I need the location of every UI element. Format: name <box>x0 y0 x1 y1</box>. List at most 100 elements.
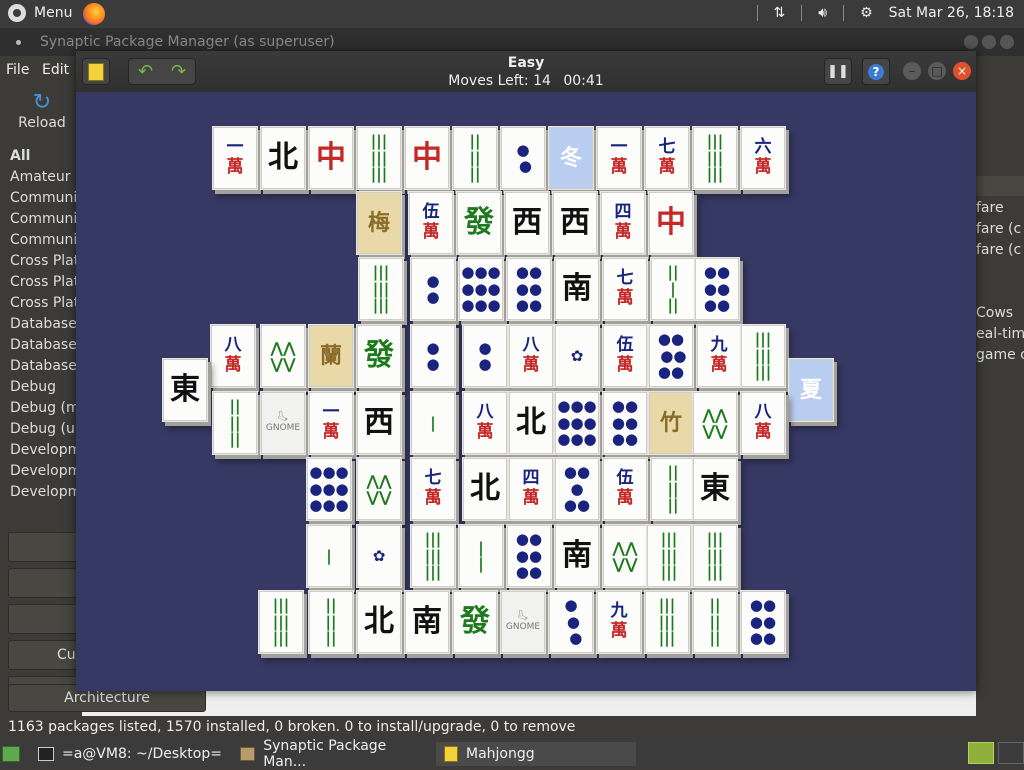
filter-button[interactable] <box>8 568 82 598</box>
mahjong-tile[interactable]: 四 萬 <box>600 191 646 255</box>
workspace-1[interactable] <box>968 742 994 764</box>
menu-button[interactable]: Menu <box>8 4 72 22</box>
mahjong-tile[interactable]: ||| ||| ||| <box>692 524 738 588</box>
mahjong-tile[interactable]: 南 <box>554 257 600 321</box>
mahjong-tile[interactable]: || || || <box>692 590 738 654</box>
category-item[interactable]: Amateur R <box>10 169 82 190</box>
mahjong-tile[interactable]: || || || <box>650 457 696 521</box>
category-item[interactable]: Debug (m <box>10 400 80 421</box>
mahjong-tile[interactable]: ✿ <box>554 324 600 388</box>
category-item[interactable]: Communic <box>10 232 82 253</box>
filter-button[interactable]: Cus <box>8 640 82 670</box>
mahjong-tile[interactable]: || | || <box>650 257 696 321</box>
mahjong-tile[interactable]: ●● ●● ●● <box>648 324 694 388</box>
mahjong-tile[interactable]: | <box>306 524 352 588</box>
mahjong-tile[interactable]: | <box>410 391 456 455</box>
mahjong-tile[interactable]: 🦶︎ GNOME <box>500 590 546 654</box>
mahjong-tile[interactable]: 一 萬 <box>596 126 642 190</box>
task-synaptic[interactable]: Synaptic Package Man... <box>232 738 432 770</box>
mahjong-tile[interactable]: 北 <box>260 126 306 190</box>
help-button[interactable]: ? <box>862 58 890 85</box>
filter-button[interactable] <box>8 604 82 634</box>
mahjong-tile[interactable]: 南 <box>404 590 450 654</box>
category-item[interactable]: Cross Plat <box>10 295 79 316</box>
mahjong-tile[interactable]: 四 萬 <box>508 457 554 521</box>
mahjong-tile[interactable]: 九 萬 <box>596 590 642 654</box>
category-item[interactable]: Cross Plat <box>10 253 79 274</box>
mahjong-tile[interactable]: ●●● ●●● ●●● <box>458 257 504 321</box>
mahjong-tile[interactable]: 冬 <box>548 126 594 190</box>
mahjong-tile[interactable]: 八 萬 <box>210 324 256 388</box>
mahjong-tile[interactable]: ●●● ●●● ●●● <box>306 457 352 521</box>
mahjong-tile[interactable]: ●● ●● ●● <box>740 590 786 654</box>
mahjong-tile[interactable]: ● ● ● <box>548 590 594 654</box>
mahjong-tile[interactable]: 八 萬 <box>508 324 554 388</box>
category-item[interactable]: Databases <box>10 358 82 379</box>
category-item[interactable]: Developm <box>10 463 81 484</box>
mahjong-tile[interactable]: 北 <box>508 391 554 455</box>
task-mahjongg[interactable]: Mahjongg <box>436 742 636 766</box>
category-item[interactable]: Communic <box>10 190 82 211</box>
mahjong-tile[interactable]: 中 <box>648 191 694 255</box>
mahjong-tile[interactable]: 東 <box>162 358 208 422</box>
mahjong-tile[interactable]: 西 <box>356 391 402 455</box>
volume-icon[interactable]: 🔊︎ <box>818 5 827 21</box>
workspace-2[interactable] <box>998 742 1024 764</box>
mahjong-tile[interactable]: ||| ||| ||| <box>356 126 402 190</box>
mahjong-tile[interactable]: 中 <box>308 126 354 190</box>
mahjong-tile[interactable]: 發 <box>452 590 498 654</box>
mahjong-tile[interactable]: ⋀⋀ ⋁⋁ <box>356 457 402 521</box>
mahjong-tile[interactable]: 梅 <box>356 191 402 255</box>
mahjong-tile[interactable]: ● ● <box>462 324 508 388</box>
filter-button[interactable] <box>8 532 82 562</box>
mahjong-tile[interactable]: 七 萬 <box>602 257 648 321</box>
mahjong-tile[interactable]: 八 萬 <box>740 391 786 455</box>
close-icon[interactable]: × <box>953 62 971 80</box>
mahjong-tile[interactable]: 發 <box>356 324 402 388</box>
category-item[interactable]: Cross Plat <box>10 274 79 295</box>
mahjong-tile[interactable]: | | <box>458 524 504 588</box>
mahjong-tile[interactable]: 八 萬 <box>462 391 508 455</box>
category-item[interactable]: Debug (ur <box>10 421 81 442</box>
mahjong-tile[interactable]: || || || <box>452 126 498 190</box>
settings-gear-icon[interactable]: ⚙ <box>860 5 873 21</box>
close-icon[interactable] <box>1000 35 1014 49</box>
category-item[interactable]: All <box>10 148 30 169</box>
pause-button[interactable]: ❚❚ <box>824 58 852 85</box>
mahjong-tile[interactable]: ● ● <box>500 126 546 190</box>
show-desktop-icon[interactable] <box>2 746 20 762</box>
mahjong-tile[interactable]: 夏 <box>788 358 834 422</box>
reload-button[interactable]: ↻ Reload <box>14 90 70 131</box>
mahjong-tile[interactable]: ||| ||| ||| <box>644 590 690 654</box>
mahjong-tile[interactable]: 南 <box>554 524 600 588</box>
category-item[interactable]: Developm <box>10 442 81 463</box>
firefox-icon[interactable] <box>83 3 105 25</box>
category-item[interactable]: Communic <box>10 211 82 232</box>
mahjong-tile[interactable]: ||| ||| ||| <box>410 524 456 588</box>
package-row[interactable]: eal-tim <box>976 326 1024 342</box>
mahjong-tile[interactable]: ✿ <box>356 524 402 588</box>
mahjong-tile[interactable]: 七 萬 <box>644 126 690 190</box>
mahjong-tile[interactable]: ⋀⋀ ⋁⋁ <box>260 324 306 388</box>
mahjong-tile[interactable]: 一 萬 <box>308 391 354 455</box>
mahjong-tile[interactable]: ||| ||| ||| <box>646 524 692 588</box>
minimize-icon[interactable] <box>964 35 978 49</box>
mahjong-tile[interactable]: 九 萬 <box>696 324 742 388</box>
mahjong-tile[interactable]: ||| ||| ||| <box>740 324 786 388</box>
mahjong-tile[interactable]: 北 <box>356 590 402 654</box>
menu-edit[interactable]: Edit <box>42 62 69 78</box>
mahjong-tile[interactable]: ●●● ●●● ●●● <box>554 391 600 455</box>
mahjong-tile[interactable]: 伍 萬 <box>602 457 648 521</box>
mahjong-tile[interactable]: ⋀⋀ ⋁⋁ <box>602 524 648 588</box>
mahjong-tile[interactable]: 竹 <box>648 391 694 455</box>
mahjong-tile[interactable]: 發 <box>456 191 502 255</box>
mahjong-tile[interactable]: ●● ●● ●● <box>506 524 552 588</box>
mahjong-tile[interactable]: ● ● <box>410 324 456 388</box>
package-row[interactable]: fare (c <box>976 221 1021 237</box>
mahjong-tile[interactable]: 西 <box>552 191 598 255</box>
mahjong-tile[interactable]: ●● ●● ●● <box>694 257 740 321</box>
window-menu-icon[interactable] <box>16 40 21 45</box>
category-item[interactable]: Debug <box>10 379 56 400</box>
category-item[interactable]: Databases <box>10 337 82 358</box>
mahjong-tile[interactable]: ●● ●● ●● <box>506 257 552 321</box>
